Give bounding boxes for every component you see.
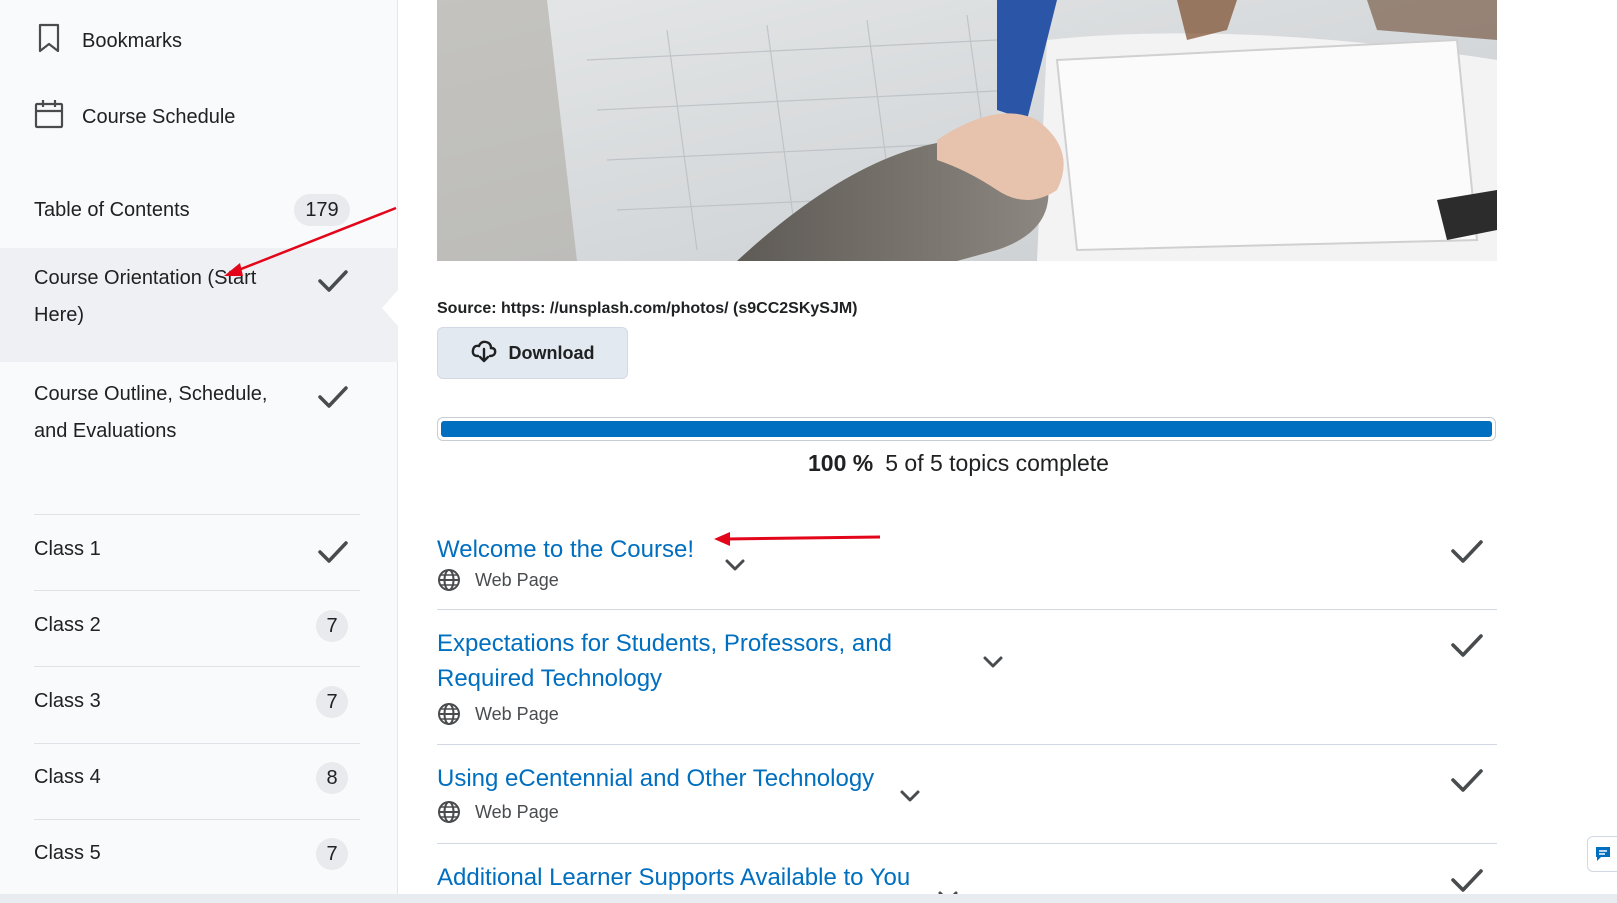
toc-count-badge: 179 [294,194,350,226]
module-label: Class 1 [34,538,101,560]
sidebar-item-class-5[interactable]: Class 5 7 [34,823,360,884]
chevron-down-icon[interactable] [982,655,1004,669]
module-label: Class 4 [34,766,101,788]
module-label: Class 2 [34,614,101,636]
sidebar-item-course-orientation[interactable]: Course Orientation (Start Here) [0,248,398,362]
cloud-download-icon [471,339,497,368]
bookmark-icon [34,22,64,60]
topic-title-link[interactable]: Additional Learner Supports Available to… [437,860,910,895]
sidebar-item-class-4[interactable]: Class 4 8 [34,747,360,808]
topic-type-label: Web Page [475,801,559,822]
course-schedule-label: Course Schedule [82,105,236,128]
sidebar-item-class-1[interactable]: Class 1 [34,519,360,581]
progress-bar [437,417,1496,441]
check-icon [318,386,348,408]
topic-item: Expectations for Students, Professors, a… [437,610,1497,745]
course-banner-image [437,0,1497,261]
chat-feedback-tab[interactable] [1587,836,1617,872]
globe-icon [438,801,460,823]
bookmarks-link[interactable]: Bookmarks [34,22,182,60]
topic-title-link[interactable]: Using eCentennial and Other Technology [437,761,874,796]
topic-title-link[interactable]: Welcome to the Course! [437,532,694,567]
topic-item: Welcome to the Course! Web Page [437,518,1497,610]
download-label: Download [508,342,595,363]
topic-title-link[interactable]: Expectations for Students, Professors, a… [437,626,907,696]
toc-label: Table of Contents [34,198,190,221]
progress-topics-count: 5 of 5 topics complete [885,450,1109,476]
module-label: Class 5 [34,842,101,864]
calendar-icon [34,98,64,136]
chevron-down-icon[interactable] [899,789,921,803]
table-of-contents-header[interactable]: Table of Contents 179 [34,190,350,230]
course-schedule-link[interactable]: Course Schedule [34,98,235,136]
divider [34,743,360,744]
course-sidebar: Bookmarks Course Schedule Table of Conte… [0,0,398,903]
chevron-down-icon[interactable] [724,558,746,572]
divider [34,819,360,820]
check-icon [318,541,348,563]
horizontal-scrollbar[interactable] [0,894,1617,903]
unread-count-badge: 8 [316,762,348,794]
progress-bar-fill [441,421,1492,437]
module-label: Course Outline, Schedule, and Evaluation… [34,383,268,442]
topic-type: Web Page [437,702,559,726]
sidebar-item-class-3[interactable]: Class 3 7 [34,671,360,732]
divider [34,590,360,591]
unread-count-badge: 7 [316,838,348,870]
download-button[interactable]: Download [437,327,628,379]
complete-check-icon [1451,869,1483,892]
image-source-caption: Source: https: //unsplash.com/photos/ (s… [437,300,858,317]
complete-check-icon [1451,634,1483,657]
globe-icon [438,569,460,591]
chat-icon [1595,847,1610,861]
divider [34,666,360,667]
unread-count-badge: 7 [316,610,348,642]
globe-icon [438,703,460,725]
topic-item: Using eCentennial and Other Technology W… [437,745,1497,844]
divider [34,514,360,515]
module-label: Course Orientation (Start Here) [34,267,257,326]
progress-percent: 100 % [808,450,874,476]
selected-indicator [382,290,398,326]
topic-type: Web Page [437,568,559,592]
check-icon [318,270,348,292]
topic-type-label: Web Page [475,703,559,724]
bookmarks-label: Bookmarks [82,29,183,52]
topic-type: Web Page [437,800,559,824]
complete-check-icon [1451,540,1483,563]
complete-check-icon [1451,769,1483,792]
sidebar-item-class-2[interactable]: Class 2 7 [34,595,360,656]
sidebar-item-course-outline[interactable]: Course Outline, Schedule, and Evaluation… [34,364,360,462]
topic-type-label: Web Page [475,569,559,590]
module-label: Class 3 [34,690,101,712]
unread-count-badge: 7 [316,686,348,718]
progress-summary: 100 % 5 of 5 topics complete [808,450,1109,477]
